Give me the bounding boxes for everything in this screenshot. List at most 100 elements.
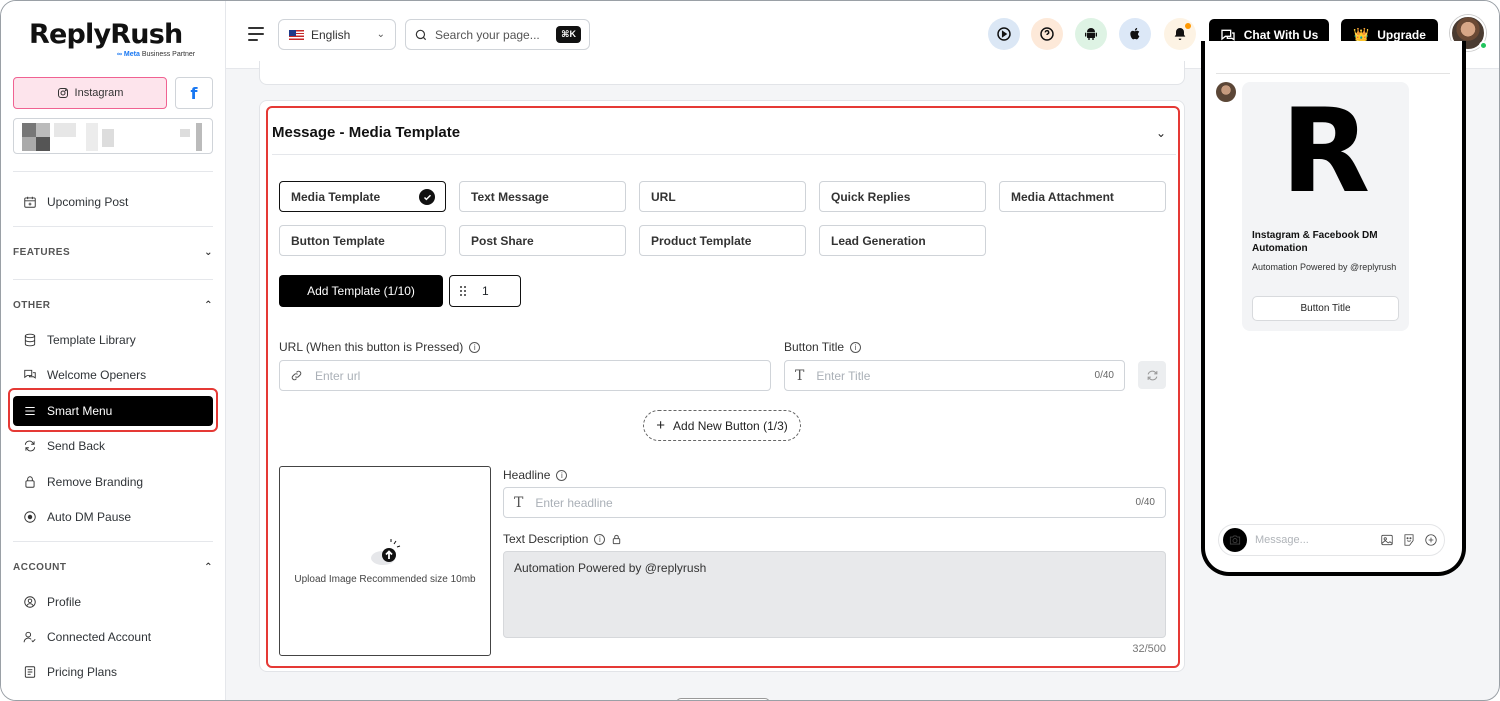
description-label: Text Description i [503, 532, 622, 546]
section-other[interactable]: OTHER ⌃ [13, 300, 213, 311]
info-icon[interactable]: i [594, 533, 606, 545]
search-icon [415, 29, 427, 40]
tab-post-share[interactable]: Post Share [459, 225, 626, 256]
headline-input[interactable]: T Enter headline 0/40 [503, 487, 1166, 518]
sticker-icon[interactable] [1402, 533, 1416, 547]
sidebar-item-send-back[interactable]: Send Back [13, 431, 213, 461]
menu-toggle-icon[interactable] [248, 27, 264, 41]
tab-media-attachment[interactable]: Media Attachment [999, 181, 1166, 212]
help-button[interactable] [1031, 18, 1063, 50]
tab-media-template[interactable]: Media Template [279, 181, 446, 212]
search-input[interactable]: Search your page... ⌘K [405, 19, 590, 50]
divider [13, 279, 213, 280]
tab-url[interactable]: URL [639, 181, 806, 212]
upgrade-label: Upgrade [1377, 27, 1426, 42]
menu-icon [25, 407, 35, 415]
tab-button-template[interactable]: Button Template [279, 225, 446, 256]
sidebar-item-label: Pricing Plans [47, 665, 118, 679]
android-app-button[interactable] [1075, 18, 1107, 50]
sidebar-item-template-library[interactable]: Template Library [13, 325, 213, 355]
tab-lead-generation[interactable]: Lead Generation [819, 225, 986, 256]
instagram-account-button[interactable]: Instagram [13, 77, 167, 109]
tab-quick-replies[interactable]: Quick Replies [819, 181, 986, 212]
sender-avatar [1216, 82, 1236, 102]
plus-icon: + [656, 417, 666, 434]
url-input[interactable]: Enter url [279, 360, 771, 391]
plus-circle-icon[interactable] [1424, 533, 1438, 547]
facebook-account-button[interactable]: f [175, 77, 213, 109]
selected-page-profile[interactable] [13, 118, 213, 154]
logo: ReplyRush ∞ Meta Business Partner [29, 19, 195, 58]
section-features[interactable]: FEATURES ⌄ [13, 247, 213, 258]
section-account[interactable]: ACCOUNT ⌃ [13, 562, 213, 573]
sidebar-item-label: Connected Account [47, 630, 152, 644]
sidebar-item-label: Welcome Openers [47, 368, 147, 382]
ios-app-button[interactable] [1119, 18, 1151, 50]
sidebar-item-auto-dm-pause[interactable]: Auto DM Pause [13, 502, 213, 532]
headline-label: Headline i [503, 468, 568, 482]
app-window: ReplyRush ∞ Meta Business Partner Instag… [0, 0, 1500, 701]
meta-partner-badge: ∞ Meta Business Partner [117, 51, 196, 58]
sidebar-item-smart-menu[interactable]: Smart Menu [13, 396, 213, 426]
sidebar-item-profile[interactable]: Profile [13, 587, 213, 617]
user-circle-icon [24, 596, 36, 608]
info-icon[interactable]: i [469, 341, 481, 353]
sidebar-item-connected-account[interactable]: Connected Account [13, 622, 213, 652]
tab-text-message[interactable]: Text Message [459, 181, 626, 212]
calendar-icon [24, 196, 36, 208]
button-title-input[interactable]: T Enter Title 0/40 [784, 360, 1125, 391]
video-tutorial-button[interactable] [988, 18, 1020, 50]
chevron-up-icon: ⌃ [204, 300, 213, 311]
text-icon: T [514, 494, 524, 511]
lock-icon [25, 476, 35, 488]
chevron-down-icon: ⌄ [376, 29, 385, 40]
sidebar-item-pricing-plans[interactable]: Pricing Plans [13, 657, 213, 687]
image-icon[interactable] [1380, 533, 1394, 547]
description-textarea[interactable]: Automation Powered by @replyrush [503, 551, 1166, 638]
sidebar-item-label: Upcoming Post [47, 195, 129, 209]
facebook-icon: f [190, 83, 198, 103]
drag-handle-icon[interactable] [460, 286, 466, 296]
text-icon: T [795, 367, 805, 384]
sidebar-item-upcoming-post[interactable]: Upcoming Post [13, 187, 213, 217]
refresh-icon [1147, 370, 1157, 380]
us-flag-icon [289, 29, 304, 40]
help-circle-icon [1040, 27, 1054, 41]
sidebar-item-remove-branding[interactable]: Remove Branding [13, 467, 213, 497]
sidebar-item-welcome-openers[interactable]: Welcome Openers [13, 360, 213, 390]
add-template-button[interactable]: Add Template (1/10) [279, 275, 443, 307]
template-chip[interactable]: 1 [449, 275, 521, 307]
language-select[interactable]: English ⌄ [278, 19, 396, 50]
camera-icon[interactable] [1223, 528, 1247, 552]
sidebar-item-label: Auto DM Pause [47, 510, 132, 524]
url-placeholder: Enter url [315, 368, 361, 383]
previous-card [259, 61, 1185, 85]
instagram-icon [57, 88, 68, 98]
repeat-icon [24, 440, 36, 452]
notifications-button[interactable] [1164, 18, 1196, 50]
image-upload-dropzone[interactable]: Upload Image Recommended size 10mb [279, 466, 491, 656]
tab-product-template[interactable]: Product Template [639, 225, 806, 256]
sidebar-item-label: Smart Menu [47, 404, 113, 418]
card-header[interactable]: Message - Media Template ⌄ [272, 111, 1176, 155]
chevron-down-icon[interactable]: ⌄ [1156, 126, 1166, 140]
sidebar-item-label: Template Library [47, 333, 136, 347]
receipt-icon [24, 666, 36, 678]
user-check-icon [23, 631, 36, 643]
refresh-button[interactable] [1138, 361, 1166, 389]
button-title-placeholder: Enter Title [816, 368, 871, 383]
add-new-button[interactable]: + Add New Button (1/3) [643, 410, 801, 441]
preview-image: R [1242, 82, 1409, 222]
info-icon[interactable]: i [556, 469, 568, 481]
divider [13, 541, 213, 542]
preview-button[interactable]: Button Title [1252, 296, 1399, 321]
search-placeholder: Search your page... [435, 27, 540, 42]
char-counter: 0/40 [1135, 497, 1155, 508]
button-title-label: Button Title i [784, 340, 862, 354]
preview-description: Automation Powered by @replyrush [1252, 262, 1397, 272]
message-composer[interactable]: Message... [1218, 524, 1445, 556]
chat-label: Chat With Us [1243, 27, 1319, 42]
info-icon[interactable]: i [850, 341, 862, 353]
account-switcher: Instagram f [13, 77, 213, 109]
sidebar-item-label: Remove Branding [47, 475, 144, 489]
